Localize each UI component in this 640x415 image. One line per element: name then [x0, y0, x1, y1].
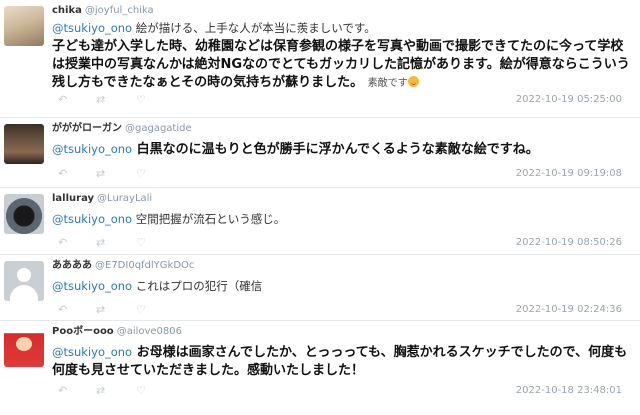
reply-actions: ↶ ⇄ ♡ 2022-10-19 02:24:36: [52, 303, 632, 319]
reply-meta: chika @joyful_chika: [52, 4, 632, 18]
like-icon[interactable]: ♡: [136, 384, 146, 398]
avatar[interactable]: [4, 124, 44, 164]
retweet-icon[interactable]: ⇄: [96, 93, 105, 107]
display-name[interactable]: がががローガン: [52, 123, 122, 134]
reply-item: ああああ @E7DI0qfdlYGkDOc @tsukiyo_ono これはプロの…: [0, 255, 640, 321]
display-name[interactable]: chika: [52, 5, 82, 16]
reply-text: @tsukiyo_ono お母様は画家さんでしたか、とっっっても、胸惹かれるスケ…: [52, 343, 632, 380]
reply-text: @tsukiyo_ono 絵が描ける、上手な人が本当に羨ましいです。: [52, 19, 632, 37]
reply-text-body: 白黒なのに温もりと色が勝手に浮かんでくるような素敵な絵ですね。: [136, 142, 539, 157]
avatar[interactable]: [4, 261, 44, 301]
user-handle[interactable]: @gagagatide: [125, 123, 192, 134]
timestamp[interactable]: 2022-10-19 08:50:26: [516, 237, 622, 248]
like-icon[interactable]: ♡: [136, 236, 146, 250]
reply-text-tail: 素敵です: [367, 78, 408, 89]
reply-text-body: これはプロの犯行（確信: [135, 279, 263, 293]
display-name[interactable]: ああああ: [52, 260, 92, 271]
avatar[interactable]: [4, 6, 44, 46]
avatar[interactable]: [4, 194, 44, 234]
reply-text-body: 空間把握が流石という感じ。: [135, 212, 286, 226]
reply-text-body: お母様は画家さんでしたか、とっっっても、胸惹かれるスケッチでしたので、何度も何度…: [52, 345, 628, 378]
retweet-icon[interactable]: ⇄: [96, 167, 105, 181]
timestamp[interactable]: 2022-10-19 02:24:36: [516, 304, 622, 315]
reply-text: @tsukiyo_ono 白黒なのに温もりと色が勝手に浮かんでくるような素敵な絵…: [52, 140, 632, 159]
reply-icon[interactable]: ↶: [58, 236, 67, 250]
reply-icon[interactable]: ↶: [58, 93, 67, 107]
mention-link[interactable]: @tsukiyo_ono: [52, 279, 132, 293]
user-handle[interactable]: @joyful_chika: [85, 5, 154, 16]
timestamp[interactable]: 2022-10-19 05:25:00: [516, 94, 622, 105]
like-icon[interactable]: ♡: [136, 303, 146, 317]
mention-link[interactable]: @tsukiyo_ono: [52, 212, 132, 226]
reply-item: がががローガン @gagagatide @tsukiyo_ono 白黒なのに温もり…: [0, 118, 640, 188]
reply-actions: ↶ ⇄ ♡ 2022-10-18 23:48:01: [52, 384, 632, 400]
display-name[interactable]: lalluray: [52, 193, 94, 204]
retweet-icon[interactable]: ⇄: [96, 236, 105, 250]
like-icon[interactable]: ♡: [136, 167, 146, 181]
retweet-icon[interactable]: ⇄: [96, 384, 105, 398]
user-handle[interactable]: @E7DI0qfdlYGkDOc: [95, 260, 194, 271]
reply-meta: Pooボーooo @ailove0806: [52, 325, 632, 339]
reply-item: lalluray @LurayLali @tsukiyo_ono 空間把握が流石と…: [0, 188, 640, 255]
reply-actions: ↶ ⇄ ♡ 2022-10-19 08:50:26: [52, 236, 632, 252]
reply-text-body: 子ども達が入学した時、幼稚園などは保育参観の様子を写真や動画で撮影できてたのに今…: [52, 38, 632, 93]
like-icon[interactable]: ♡: [136, 93, 146, 107]
avatar[interactable]: [4, 327, 44, 367]
mention-link[interactable]: @tsukiyo_ono: [52, 345, 132, 359]
retweet-icon[interactable]: ⇄: [96, 303, 105, 317]
reply-actions: ↶ ⇄ ♡ 2022-10-19 05:25:00: [52, 93, 632, 109]
reply-item: chika @joyful_chika @tsukiyo_ono 絵が描ける、上手…: [0, 0, 640, 118]
reply-text-first: 絵が描ける、上手な人が本当に羨ましいです。: [135, 21, 376, 35]
reply-icon[interactable]: ↶: [58, 303, 67, 317]
reply-icon[interactable]: ↶: [58, 384, 67, 398]
timestamp[interactable]: 2022-10-19 09:19:08: [516, 168, 622, 179]
smiling-face-emoji-icon: [407, 76, 419, 87]
reply-icon[interactable]: ↶: [58, 167, 67, 181]
mention-link[interactable]: @tsukiyo_ono: [52, 142, 132, 156]
reply-text-bold: 子ども達が入学した時、幼稚園などは保育参観の様子を写真や動画で撮影できてたのに今…: [52, 39, 630, 90]
reply-meta: がががローガン @gagagatide: [52, 122, 632, 136]
mention-link[interactable]: @tsukiyo_ono: [52, 21, 132, 35]
user-handle[interactable]: @LurayLali: [97, 193, 152, 204]
reply-actions: ↶ ⇄ ♡ 2022-10-19 09:19:08: [52, 167, 632, 183]
timestamp[interactable]: 2022-10-18 23:48:01: [516, 385, 622, 396]
display-name[interactable]: Pooボーooo: [52, 326, 114, 337]
reply-text: @tsukiyo_ono これはプロの犯行（確信: [52, 277, 632, 295]
reply-meta: lalluray @LurayLali: [52, 192, 632, 206]
reply-text: @tsukiyo_ono 空間把握が流石という感じ。: [52, 210, 632, 228]
reply-meta: ああああ @E7DI0qfdlYGkDOc: [52, 259, 632, 273]
user-handle[interactable]: @ailove0806: [117, 326, 182, 337]
reply-item: Pooボーooo @ailove0806 @tsukiyo_ono お母様は画家さ…: [0, 321, 640, 415]
